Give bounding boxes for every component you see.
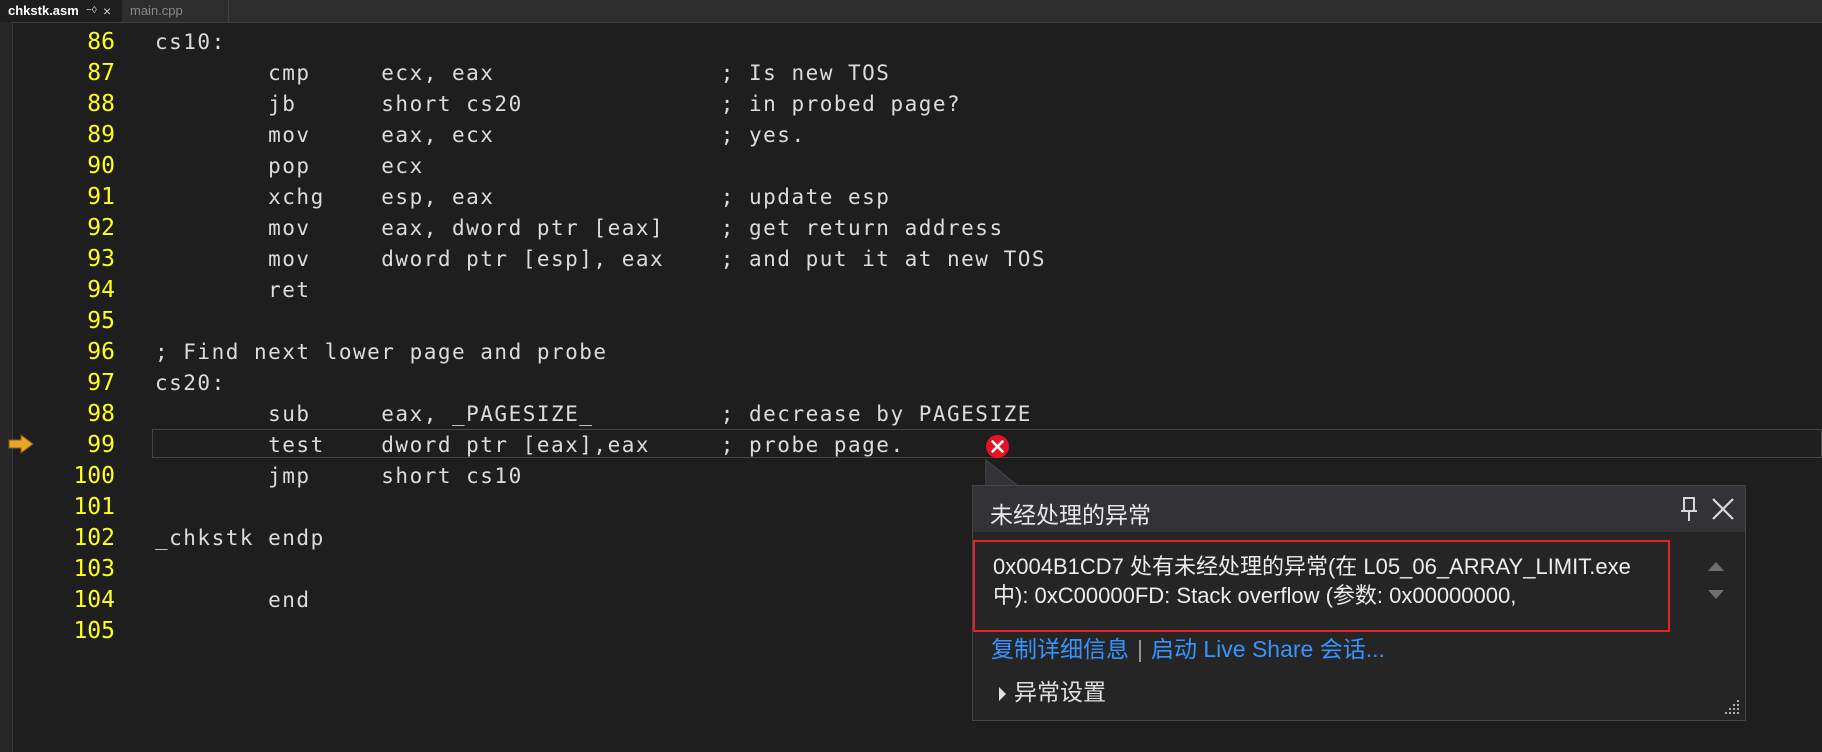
line-text[interactable]: cs10: <box>155 27 226 58</box>
line-number: 103 <box>73 556 115 582</box>
line-number: 102 <box>73 525 115 551</box>
line-number: 93 <box>87 246 115 272</box>
code-line[interactable]: 97 cs20: <box>0 368 1822 399</box>
close-icon[interactable] <box>1711 497 1735 521</box>
code-line[interactable]: 91 xchg esp, eax ; update esp <box>0 182 1822 213</box>
line-number: 99 <box>87 432 115 458</box>
resize-grip-icon[interactable] <box>1721 696 1741 716</box>
line-number: 101 <box>73 494 115 520</box>
code-line[interactable]: 95 <box>0 306 1822 337</box>
line-text[interactable]: ret <box>155 275 311 306</box>
line-number: 96 <box>87 339 115 365</box>
error-circle-x-icon[interactable] <box>985 434 1010 459</box>
line-number: 105 <box>73 618 115 644</box>
code-line[interactable]: 89 mov eax, ecx ; yes. <box>0 120 1822 151</box>
line-text[interactable]: mov eax, ecx ; yes. <box>155 120 806 151</box>
exception-helper-popup: 未经处理的异常 0x004B1CD7 处有未经处理的异常(在 L05_06_AR… <box>972 485 1746 721</box>
line-text[interactable]: mov eax, dword ptr [eax] ; get return ad… <box>155 213 1004 244</box>
line-number: 100 <box>73 463 115 489</box>
exception-message-box: 0x004B1CD7 处有未经处理的异常(在 L05_06_ARRAY_LIMI… <box>973 540 1670 632</box>
line-text[interactable]: ; Find next lower page and probe <box>155 337 608 368</box>
popup-header: 未经处理的异常 <box>973 486 1745 532</box>
exception-settings-label: 异常设置 <box>1014 679 1106 705</box>
popup-title: 未经处理的异常 <box>990 502 1151 528</box>
code-line[interactable]: 90 pop ecx <box>0 151 1822 182</box>
line-text[interactable]: xchg esp, eax ; update esp <box>155 182 890 213</box>
copy-details-link[interactable]: 复制详细信息 <box>991 636 1129 662</box>
execution-pointer-arrow-icon[interactable] <box>8 434 34 454</box>
exception-message[interactable]: 0x004B1CD7 处有未经处理的异常(在 L05_06_ARRAY_LIMI… <box>993 552 1668 610</box>
code-line[interactable]: 86 cs10: <box>0 27 1822 58</box>
line-text[interactable]: jb short cs20 ; in probed page? <box>155 89 961 120</box>
code-line[interactable]: 98 sub eax, _PAGESIZE_ ; decrease by PAG… <box>0 399 1822 430</box>
tab-chkstk-asm[interactable]: chkstk.asm −◊ × <box>0 0 122 22</box>
pin-icon[interactable]: −◊ <box>86 0 97 22</box>
code-line[interactable]: 87 cmp ecx, eax ; Is new TOS <box>0 58 1822 89</box>
line-number: 88 <box>87 91 115 117</box>
popup-links: 复制详细信息 | 启动 Live Share 会话... <box>991 630 1385 664</box>
line-text[interactable]: test dword ptr [eax],eax ; probe page. <box>155 430 905 461</box>
line-number: 92 <box>87 215 115 241</box>
line-number: 90 <box>87 153 115 179</box>
document-tab-bar: chkstk.asm −◊ × main.cpp <box>0 0 1822 23</box>
chevron-right-icon <box>999 686 1006 701</box>
code-line[interactable]: 92 mov eax, dword ptr [eax] ; get return… <box>0 213 1822 244</box>
line-text[interactable]: cs20: <box>155 368 226 399</box>
line-text[interactable]: sub eax, _PAGESIZE_ ; decrease by PAGESI… <box>155 399 1032 430</box>
line-number: 98 <box>87 401 115 427</box>
line-text[interactable]: jmp short cs10 <box>155 461 523 492</box>
line-text[interactable]: cmp ecx, eax ; Is new TOS <box>155 58 890 89</box>
start-live-share-link[interactable]: 启动 Live Share 会话... <box>1151 636 1385 662</box>
line-number: 95 <box>87 308 115 334</box>
line-number: 89 <box>87 122 115 148</box>
line-number: 97 <box>87 370 115 396</box>
tab-label: chkstk.asm <box>8 3 79 18</box>
close-icon[interactable]: × <box>103 0 111 22</box>
line-number: 104 <box>73 587 115 613</box>
code-line[interactable]: 93 mov dword ptr [esp], eax ; and put it… <box>0 244 1822 275</box>
line-text[interactable]: _chkstk endp <box>155 523 325 554</box>
line-text[interactable]: pop ecx <box>155 151 424 182</box>
exception-settings-expander[interactable]: 异常设置 <box>999 673 1106 707</box>
line-number: 86 <box>87 29 115 55</box>
line-number: 87 <box>87 60 115 86</box>
code-line[interactable]: 88 jb short cs20 ; in probed page? <box>0 89 1822 120</box>
tab-label: main.cpp <box>130 3 183 18</box>
line-number: 94 <box>87 277 115 303</box>
code-line[interactable]: 94 ret <box>0 275 1822 306</box>
line-text[interactable]: mov dword ptr [esp], eax ; and put it at… <box>155 244 1046 275</box>
line-text[interactable]: end <box>155 585 311 616</box>
line-number: 91 <box>87 184 115 210</box>
tab-main-cpp[interactable]: main.cpp <box>122 0 229 22</box>
pin-icon[interactable] <box>1678 496 1700 522</box>
code-line-current[interactable]: 99 test dword ptr [eax],eax ; probe page… <box>0 430 1822 461</box>
scroll-down-arrow-icon[interactable] <box>1708 590 1724 599</box>
scroll-up-arrow-icon[interactable] <box>1708 562 1724 571</box>
link-separator: | <box>1137 636 1143 662</box>
code-line[interactable]: 96 ; Find next lower page and probe <box>0 337 1822 368</box>
